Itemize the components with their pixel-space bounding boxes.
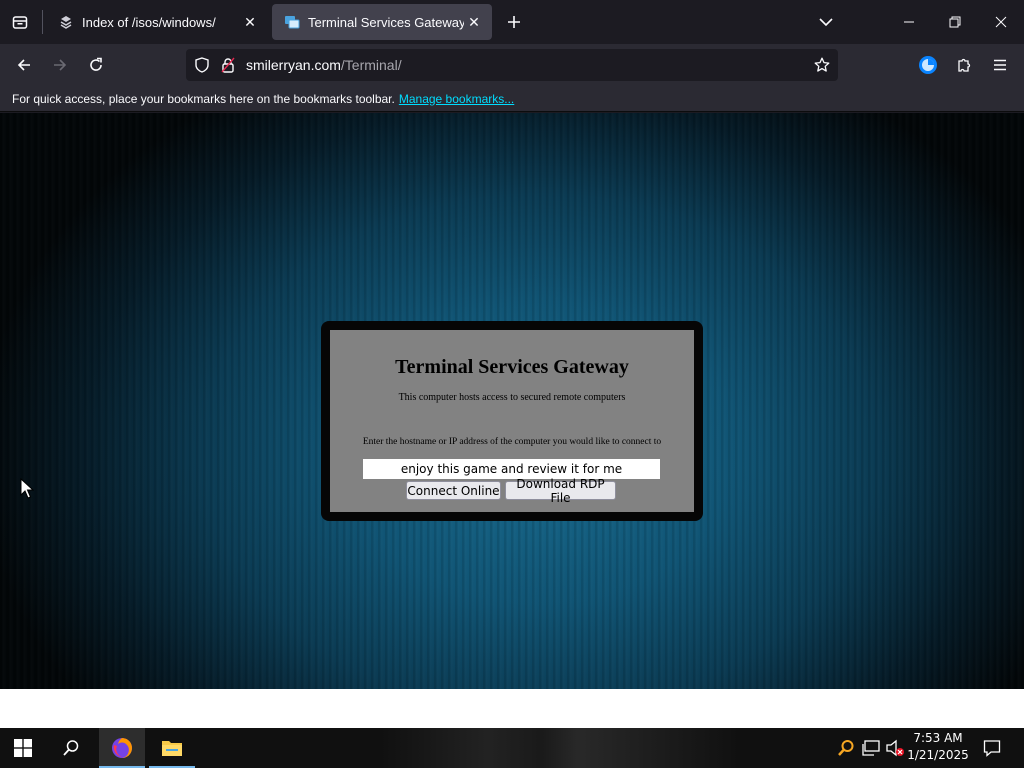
taskbar-file-explorer-app[interactable]: [149, 728, 195, 768]
tab-title: Index of /isos/windows/: [82, 14, 216, 30]
close-window-icon[interactable]: [978, 0, 1024, 44]
gateway-panel-inner: Terminal Services Gateway This computer …: [330, 330, 694, 512]
bookmark-star-icon[interactable]: [814, 57, 830, 73]
hostname-prompt: Enter the hostname or IP address of the …: [362, 437, 662, 447]
manage-bookmarks-link[interactable]: Manage bookmarks...: [399, 92, 514, 106]
insecure-lock-icon[interactable]: [220, 57, 236, 73]
search-icon[interactable]: [48, 728, 94, 768]
wallpaper-peek: [380, 728, 740, 768]
close-tab-icon[interactable]: ✕: [240, 12, 260, 32]
bookmarks-toolbar-message: For quick access, place your bookmarks h…: [12, 91, 395, 106]
page-title: Terminal Services Gateway: [395, 356, 629, 378]
tab-terminal-services-gateway[interactable]: Terminal Services Gateway ✕: [272, 4, 492, 40]
windows-start-icon[interactable]: [0, 728, 46, 768]
taskbar-firefox-app[interactable]: [99, 728, 145, 768]
bookmarks-toolbar: For quick access, place your bookmarks h…: [0, 86, 1024, 112]
file-explorer-folder-icon: [161, 738, 183, 758]
tab-title: Terminal Services Gateway: [308, 14, 464, 30]
connect-online-button[interactable]: Connect Online: [406, 481, 501, 500]
tab-strip: Index of /isos/windows/ ✕ Terminal Servi…: [0, 0, 1024, 44]
tab-index-isos[interactable]: Index of /isos/windows/ ✕: [46, 4, 268, 40]
taskbar: 7:53 AM 1/21/2025: [0, 728, 1024, 768]
navigation-toolbar: smilerryan.com/Terminal/: [0, 44, 1024, 86]
action-center-notification-icon[interactable]: [980, 736, 1004, 760]
page-bottom-strip: [0, 689, 1024, 728]
forward-arrow-icon[interactable]: [44, 49, 76, 81]
extensions-puzzle-icon[interactable]: [948, 49, 980, 81]
remote-desktop-icon: [284, 14, 300, 30]
tracking-protection-shield-icon[interactable]: [194, 57, 210, 73]
minimize-window-icon[interactable]: [886, 0, 932, 44]
search-tray-icon[interactable]: [836, 738, 856, 758]
list-all-tabs-chevron-down-icon[interactable]: [814, 10, 838, 34]
url-path: /Terminal/: [340, 57, 402, 73]
clock-time: 7:53 AM: [913, 731, 963, 745]
page-subtitle: This computer hosts access to secured re…: [398, 392, 626, 403]
hamburger-menu-icon[interactable]: [984, 49, 1016, 81]
back-arrow-icon[interactable]: [8, 49, 40, 81]
firefox-icon: [110, 736, 134, 760]
close-tab-icon[interactable]: ✕: [464, 12, 484, 32]
server-icon: [58, 14, 74, 30]
tab-divider: [42, 10, 43, 34]
url-host: smilerryan.com: [246, 57, 341, 73]
clock-date: 1/21/2025: [907, 748, 969, 762]
firefox-view-icon[interactable]: [6, 8, 34, 36]
account-avatar-icon[interactable]: [912, 49, 944, 81]
mouse-cursor-icon: [20, 477, 35, 500]
page-content: Terminal Services Gateway This computer …: [0, 113, 1024, 689]
gateway-panel: Terminal Services Gateway This computer …: [321, 321, 703, 521]
network-icon[interactable]: [860, 738, 882, 758]
reload-icon[interactable]: [80, 49, 112, 81]
address-bar[interactable]: smilerryan.com/Terminal/: [186, 49, 838, 81]
restore-window-icon[interactable]: [932, 0, 978, 44]
download-rdp-file-button[interactable]: Download RDP File: [505, 477, 616, 505]
plus-icon[interactable]: [502, 10, 526, 34]
volume-muted-icon[interactable]: [884, 738, 906, 758]
system-clock[interactable]: 7:53 AM 1/21/2025: [904, 730, 972, 766]
